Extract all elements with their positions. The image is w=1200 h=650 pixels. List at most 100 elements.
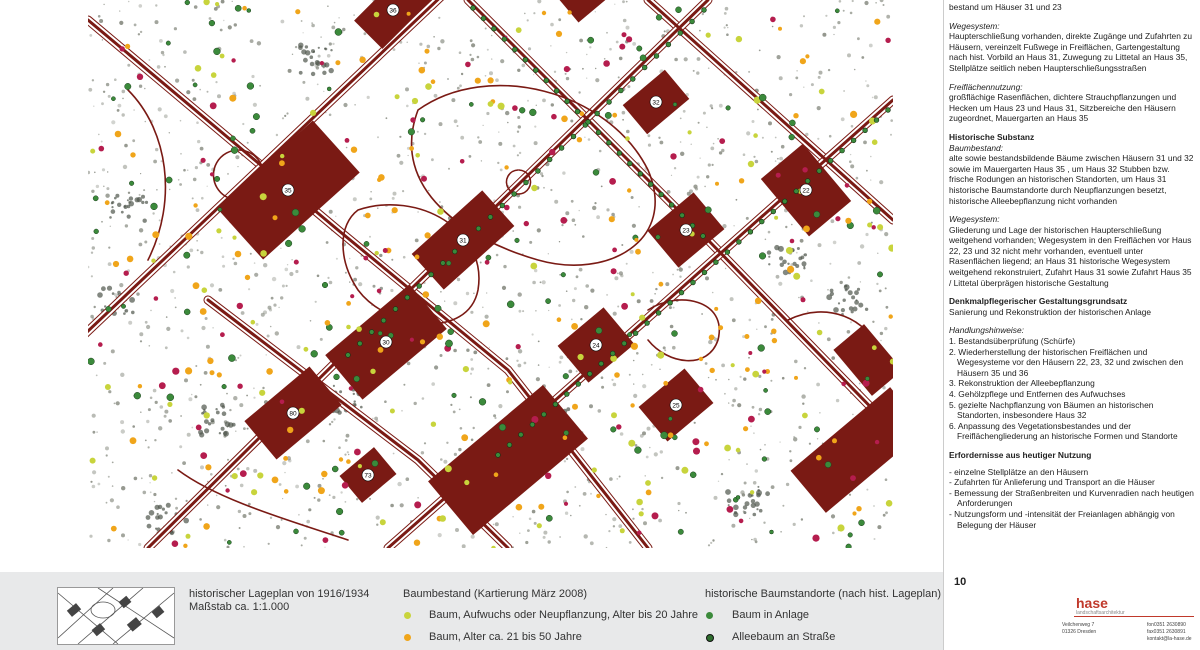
tree-mark [424,48,430,54]
vegetation-mark [495,253,499,257]
avenue-tree-mark [747,229,754,235]
vegetation-mark [830,219,835,224]
tree-mark [293,528,299,535]
tree-mark [757,344,765,352]
vegetation-mark [121,89,126,94]
vegetation-mark [792,522,796,527]
vegetation-mark [246,427,249,430]
tree-mark [215,2,220,7]
vegetation-mark [197,139,201,144]
tree-mark [619,528,625,534]
tree-mark [183,543,188,548]
vegetation-mark [270,296,274,300]
vegetation-mark [208,17,212,20]
vegetation-mark [833,33,835,36]
shrub-mark [801,261,807,267]
vegetation-mark [240,311,245,315]
vegetation-mark [149,482,151,484]
vegetation-mark [662,346,666,350]
vegetation-mark [405,477,410,482]
tree-mark [705,32,711,38]
vegetation-mark [97,14,101,18]
tree-mark [497,102,505,110]
vegetation-mark [235,155,240,160]
vegetation-mark [417,497,419,499]
vegetation-mark [612,382,617,387]
shrub-mark [314,60,320,65]
vegetation-mark [316,274,320,278]
shrub-mark [124,309,129,313]
vegetation-mark [460,72,464,76]
vegetation-mark [107,94,111,98]
tree-mark [208,19,216,27]
tree-mark [133,392,141,400]
avenue-tree-mark [627,160,633,167]
vegetation-mark [647,143,652,147]
vegetation-mark [609,47,612,51]
vegetation-mark [675,466,680,471]
vegetation-mark [385,117,388,120]
vegetation-mark [305,96,310,101]
vegetation-mark [507,121,509,124]
vegetation-mark [855,176,859,180]
tree-mark [563,430,569,436]
vegetation-mark [649,299,654,303]
avenue-tree-mark [658,191,664,198]
tree-mark [514,237,520,243]
tree-mark [414,501,422,509]
vegetation-mark [114,293,118,297]
vegetation-mark [433,36,435,38]
tree-mark [785,247,793,254]
vegetation-mark [870,155,872,158]
vegetation-mark [273,303,277,307]
tree-mark [326,86,332,92]
shrub-mark [854,290,859,296]
historische-substanz-heading: Historische Substanz [949,131,1035,142]
shrub-mark [339,390,343,394]
shrub-mark [566,407,571,412]
vegetation-mark [319,337,323,341]
tree-mark [858,519,865,527]
historic-plan-thumbnail [57,587,175,645]
vegetation-mark [708,339,713,345]
vegetation-mark [266,334,270,338]
shrub-mark [210,418,215,423]
vegetation-mark [890,133,892,136]
email-address[interactable]: kontakt@la-hase.de [1147,636,1192,642]
tree-mark [697,386,704,393]
vegetation-mark [124,224,129,228]
tree-mark [217,207,223,212]
tree-mark [487,101,494,107]
shrub-mark [203,408,206,411]
tree-mark [333,373,340,381]
vegetation-mark [459,427,463,430]
vegetation-mark [391,196,395,200]
shrub-mark [101,286,106,292]
vegetation-mark [859,244,865,249]
vegetation-mark [857,37,860,41]
shrub-mark [309,61,315,67]
tree-mark [491,545,496,548]
vegetation-mark [543,530,548,535]
vegetation-mark [238,527,241,529]
tree-mark [504,165,509,170]
shrub-mark [328,67,334,74]
vegetation-mark [517,116,521,119]
vegetation-mark [580,318,583,321]
vegetation-mark [835,398,840,403]
vegetation-mark [488,346,490,348]
vegetation-mark [443,459,448,464]
tree-mark [609,178,616,185]
avenue-tree-mark [587,371,593,377]
vegetation-mark [207,504,209,506]
tree-mark [183,308,191,316]
vegetation-mark [333,21,336,24]
vegetation-mark [311,23,315,28]
tree-mark [382,248,388,253]
vegetation-mark [169,188,171,191]
tree-mark [562,373,569,380]
vegetation-mark [138,193,141,196]
vegetation-mark [558,18,562,22]
vegetation-mark [221,255,225,258]
vegetation-mark [582,235,585,238]
